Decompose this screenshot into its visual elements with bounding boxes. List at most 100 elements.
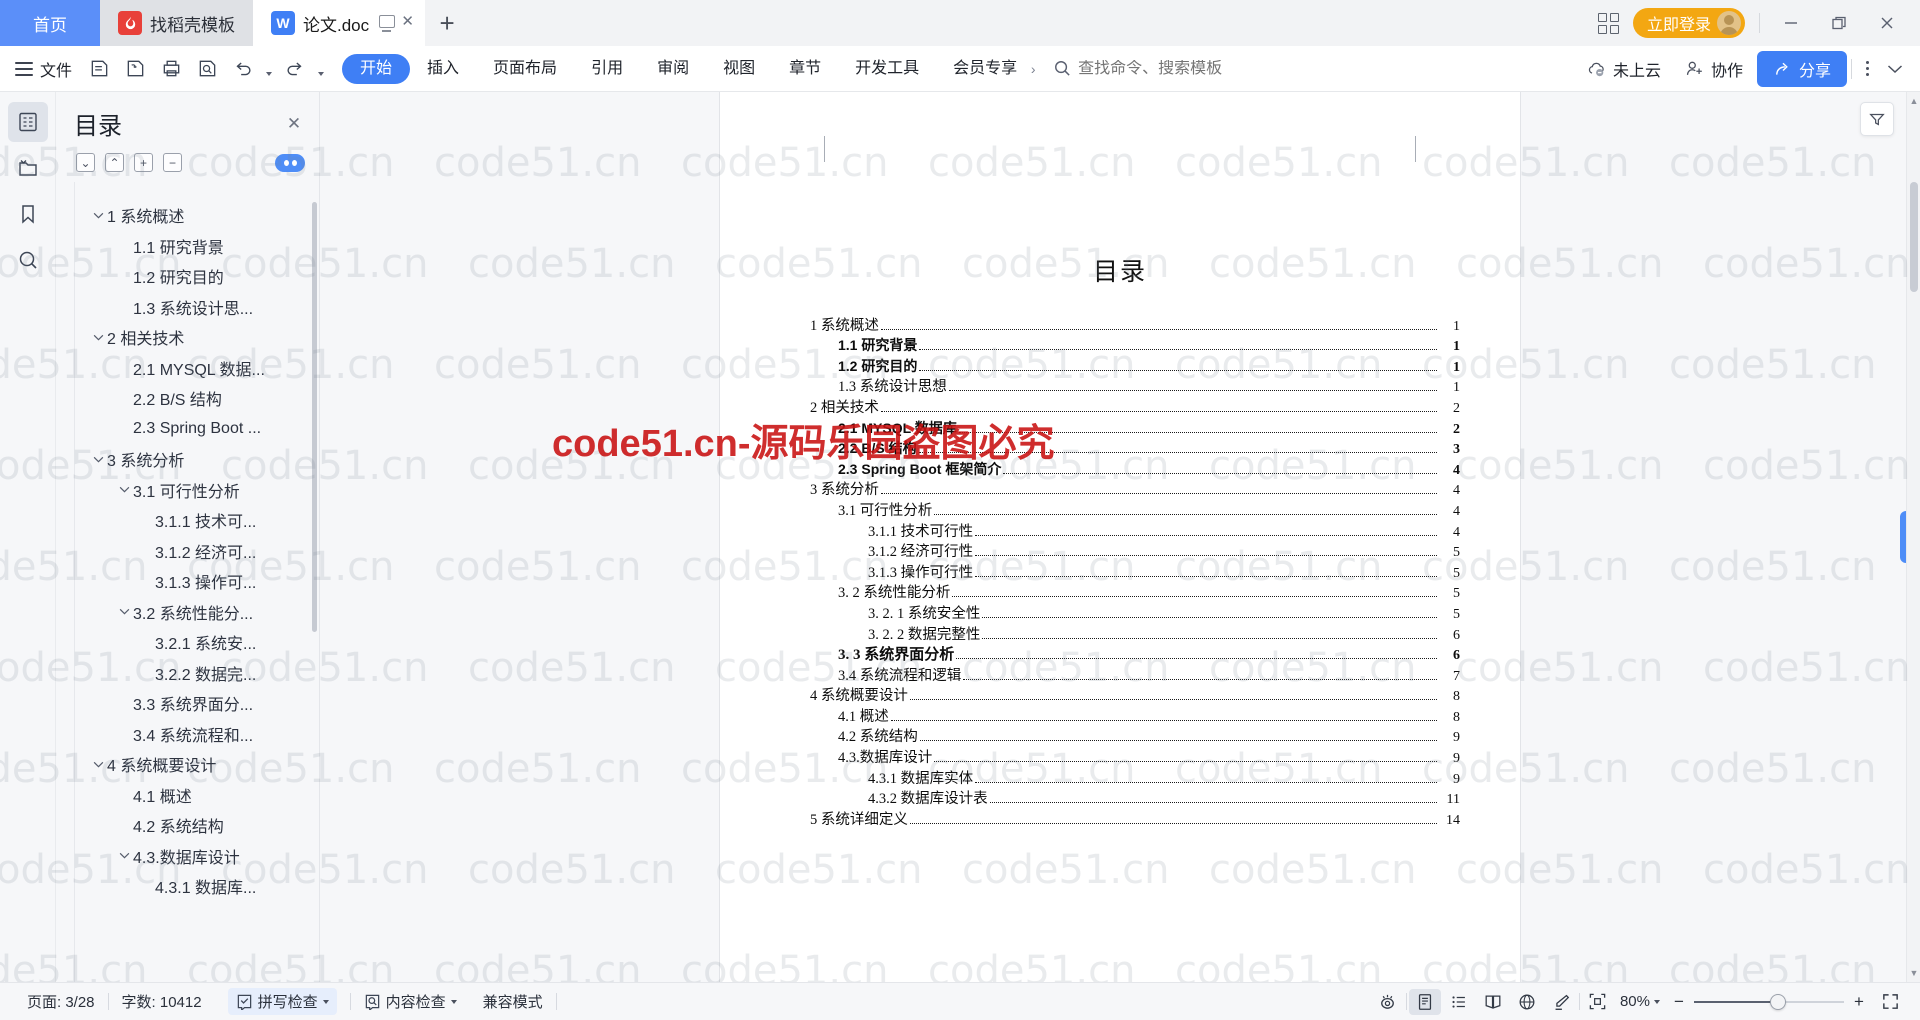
document-canvas[interactable]: 目录 1 系统概述 1 1.1 研究背景 1 1.2 研究目的 1 1.3 系统设计思想 1 2… [320,92,1920,982]
toc-entry[interactable]: 3. 2 系统性能分析 5 [720,582,1460,603]
fullscreen-icon[interactable] [1874,989,1906,1015]
navigation-item[interactable]: 3.1.1 技术可... [75,505,315,536]
zoom-out-button[interactable]: − [1666,989,1692,1015]
tab-detach-icon[interactable] [379,15,396,32]
toc-entry[interactable]: 3.1.1 技术可行性 4 [720,520,1460,541]
toc-entry[interactable]: 4.3.数据库设计 9 [720,746,1460,767]
chevron-down-icon[interactable] [450,999,457,1004]
spellcheck-button[interactable]: 拼写检查 [215,988,350,1015]
navigation-item[interactable]: 4.1 概述 [75,780,315,811]
toc-entry[interactable]: 3. 2. 2 数据完整性 6 [720,623,1460,644]
toc-entry[interactable]: 4 系统概要设计 8 [720,685,1460,706]
eye-care-icon[interactable] [1372,989,1404,1015]
collapse-up-button[interactable]: ⌃ [105,153,124,172]
tab-page-layout[interactable]: 页面布局 [476,54,574,84]
more-options-icon[interactable] [1856,54,1878,84]
toc-entry[interactable]: 3.1.3 操作可行性 5 [720,561,1460,582]
navigation-item[interactable]: 4.3.1 数据库... [75,871,315,902]
search-panel-icon[interactable] [8,240,48,280]
minimize-button[interactable] [1774,8,1808,38]
undo-icon[interactable] [226,52,260,86]
toc-entry[interactable]: 4.3.1 数据库实体 9 [720,767,1460,788]
search-input[interactable] [1078,59,1379,78]
expand-all-button[interactable]: + [134,153,153,172]
tab-references[interactable]: 引用 [574,54,640,84]
toc-entry[interactable]: 5 系统详细定义 14 [720,808,1460,829]
new-file-icon[interactable] [82,52,116,86]
navigation-item[interactable]: 2.1 MYSQL 数据... [75,353,315,384]
tab-close-icon[interactable]: ✕ [400,14,415,29]
chevron-down-icon[interactable] [115,852,133,859]
tab-find-templates[interactable]: 找稻壳模板 [100,0,253,46]
new-tab-button[interactable]: + [425,0,469,46]
toc-entry[interactable]: 4.1 概述 8 [720,705,1460,726]
toc-entry[interactable]: 2.3 Spring Boot 框架简介 4 [720,458,1460,479]
outline-view-icon[interactable] [1443,989,1475,1015]
undo-dropdown-caret[interactable] [262,52,276,86]
toc-entry[interactable]: 3. 2. 1 系统安全性 5 [720,602,1460,623]
navigation-item[interactable]: 1.1 研究背景 [75,231,315,262]
close-window-button[interactable] [1870,8,1904,38]
login-button[interactable]: 立即登录 [1632,8,1745,38]
toc-entry[interactable]: 3.4 系统流程和逻辑 7 [720,664,1460,685]
toc-entry[interactable]: 2 相关技术 2 [720,396,1460,417]
tab-insert[interactable]: 插入 [410,54,476,84]
outline-panel-icon[interactable] [7,102,48,142]
navigation-tree[interactable]: 1 系统概述 1.1 研究背景 1.2 研究目的 1.3 系统设计思... 2 相关技术… [74,182,319,982]
navigation-item[interactable]: 1.2 研究目的 [75,261,315,292]
navigation-item[interactable]: 4.3.数据库设计 [75,841,315,872]
toc-entry[interactable]: 3. 3 系统界面分析 6 [720,644,1460,665]
cloud-status-button[interactable]: 未上云 [1577,52,1671,86]
collaborate-button[interactable]: 协作 [1675,52,1753,86]
navigation-item[interactable]: 1.3 系统设计思... [75,292,315,323]
toc-entry[interactable]: 1.2 研究目的 1 [720,355,1460,376]
toc-entry[interactable]: 3.1.2 经济可行性 5 [720,541,1460,562]
chevron-down-icon[interactable] [322,999,329,1004]
file-menu-button[interactable]: 文件 [40,57,72,81]
chevron-down-icon[interactable] [89,212,107,219]
chevron-right-icon[interactable]: › [1023,54,1043,84]
content-check-button[interactable]: 内容检查 [351,991,470,1012]
command-search[interactable] [1053,59,1379,78]
redo-icon[interactable] [278,52,312,86]
fit-page-icon[interactable] [1582,989,1614,1015]
toc-entry[interactable]: 1.1 研究背景 1 [720,335,1460,356]
bookmark-panel-icon[interactable] [8,194,48,234]
toc-entry[interactable]: 1 系统概述 1 [720,314,1460,335]
collapse-down-button[interactable]: ⌄ [76,153,95,172]
maximize-restore-button[interactable] [1822,8,1856,38]
print-icon[interactable] [154,52,188,86]
toc-entry[interactable]: 3 系统分析 4 [720,479,1460,500]
toc-entry[interactable]: 4.3.2 数据库设计表 11 [720,788,1460,809]
scrollbar-thumb[interactable] [1910,182,1918,292]
apps-grid-icon[interactable] [1597,12,1619,34]
toc-entry[interactable]: 2.1 MYSQL 数据库 2 [720,417,1460,438]
tab-member-exclusive[interactable]: 会员专享 [936,54,1023,84]
scroll-down-arrow[interactable]: ▼ [1907,966,1920,980]
tab-start[interactable]: 开始 [342,53,411,84]
navigation-item[interactable]: 3.2.1 系统安... [75,627,315,658]
save-cloud-icon[interactable] [118,52,152,86]
document-scrollbar[interactable]: ▲ ▼ [1906,92,1920,982]
toc-entry[interactable]: 2.2 B/S 结构 3 [720,438,1460,459]
zoom-slider[interactable] [1694,989,1844,1015]
visibility-toggle[interactable] [275,153,305,172]
zoom-level[interactable]: 80% [1616,993,1664,1010]
navigation-item[interactable]: 2.3 Spring Boot ... [75,414,315,445]
zoom-in-button[interactable]: + [1846,989,1872,1015]
document-page[interactable]: 目录 1 系统概述 1 1.1 研究背景 1 1.2 研究目的 1 1.3 系统设计思想 1 2… [720,92,1520,982]
navigation-item[interactable]: 3.3 系统界面分... [75,688,315,719]
toc-entry[interactable]: 1.3 系统设计思想 1 [720,376,1460,397]
scroll-up-arrow[interactable]: ▲ [1907,94,1920,108]
chevron-down-icon[interactable] [89,334,107,341]
slider-knob[interactable] [1770,993,1786,1010]
hamburger-icon[interactable] [10,61,38,76]
navigation-item[interactable]: 3.1.2 经济可... [75,536,315,567]
chevron-down-icon[interactable] [89,761,107,768]
navigation-item[interactable]: 4 系统概要设计 [75,749,315,780]
chevron-down-icon[interactable] [1882,54,1908,84]
comment-filter-button[interactable] [1860,102,1894,136]
chevron-down-icon[interactable] [115,486,133,493]
share-button[interactable]: 分享 [1756,50,1847,87]
chevron-down-icon[interactable] [1654,999,1660,1004]
